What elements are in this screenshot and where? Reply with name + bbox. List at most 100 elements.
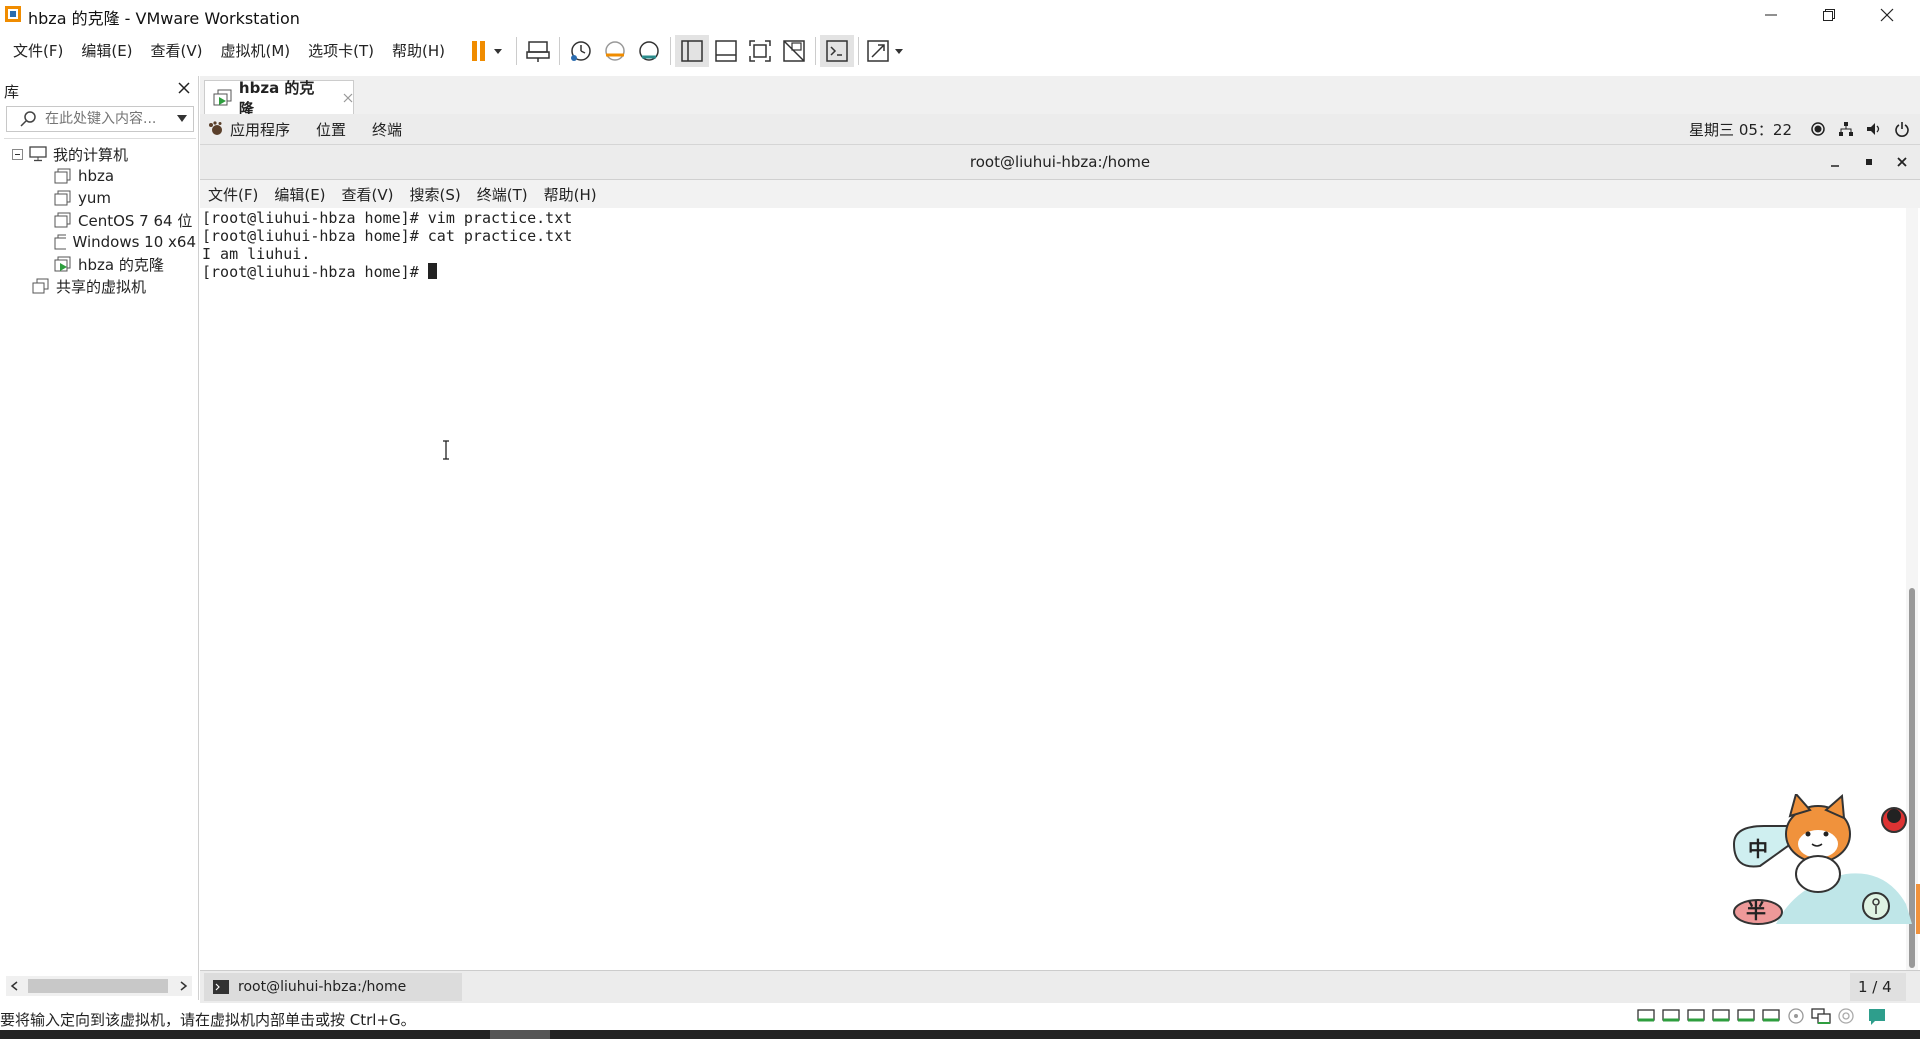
snapshot-button[interactable] <box>564 35 598 67</box>
snapshot-manager-icon <box>639 41 659 61</box>
scroll-left-icon[interactable] <box>10 981 18 991</box>
show-library-button[interactable] <box>675 35 710 67</box>
ime-mode-glyph-ban: 半 <box>1746 899 1766 923</box>
terminal-menu-view[interactable]: 查看(V) <box>334 184 402 205</box>
hard-disk-icon[interactable] <box>1711 1007 1731 1025</box>
snapshot-icon <box>571 41 591 61</box>
menu-help[interactable]: 帮助(H) <box>383 36 454 66</box>
console-icon <box>826 40 848 62</box>
terminal-line: [root@liuhui-hbza home]# cat practice.tx… <box>202 227 573 245</box>
tree-item-shared[interactable]: 共享的虚拟机 <box>32 275 146 297</box>
ibeam-cursor-icon <box>443 440 449 460</box>
vm-running-icon <box>54 256 71 272</box>
network-adapter-icon[interactable] <box>1811 1007 1831 1025</box>
pause-icon <box>472 41 503 61</box>
library-header: 库 <box>0 76 198 104</box>
terminal-menu-help[interactable]: 帮助(H) <box>536 184 605 205</box>
minimize-icon <box>1765 14 1777 16</box>
message-log-icon[interactable] <box>1867 1007 1887 1025</box>
volume-icon[interactable] <box>1866 121 1882 137</box>
status-bar: 要将输入定向到该虚拟机，请在虚拟机内部单击或按 Ctrl+G。 <box>0 1004 1920 1030</box>
scroll-right-icon[interactable] <box>180 981 188 991</box>
hard-disk-icon[interactable] <box>1661 1007 1681 1025</box>
sound-card-icon[interactable] <box>1836 1007 1856 1025</box>
gnome-foot-icon <box>209 121 222 135</box>
taskbar-window-item[interactable]: root@liuhui-hbza:/home <box>204 973 462 1001</box>
thumbnail-bar-button[interactable] <box>709 35 743 67</box>
scrollbar-thumb[interactable] <box>28 979 168 993</box>
unity-button[interactable] <box>777 35 811 67</box>
hard-disk-icon[interactable] <box>1636 1007 1656 1025</box>
library-title: 库 <box>4 83 20 101</box>
menu-view[interactable]: 查看(V) <box>142 36 212 66</box>
library-close-button[interactable] <box>174 79 194 99</box>
hard-disk-icon[interactable] <box>1736 1007 1756 1025</box>
tree-label: 我的计算机 <box>53 145 129 164</box>
record-icon[interactable] <box>1810 121 1826 137</box>
gnome-clock[interactable]: 星期三 05：22 <box>1689 119 1792 140</box>
window-title: hbza 的克隆 - VMware Workstation <box>28 9 300 28</box>
guest-taskbar: root@liuhui-hbza:/home 1 / 4 <box>200 970 1920 1003</box>
title-bar: hbza 的克隆 - VMware Workstation <box>0 0 1920 30</box>
power-icon[interactable] <box>1894 121 1910 137</box>
gnome-menu-places[interactable]: 位置 <box>316 119 346 140</box>
menu-vm[interactable]: 虚拟机(M) <box>212 36 300 66</box>
menu-file[interactable]: 文件(F) <box>4 36 72 66</box>
close-button[interactable] <box>1858 0 1916 30</box>
full-screen-button[interactable] <box>743 35 777 67</box>
terminal-menu-file[interactable]: 文件(F) <box>200 184 266 205</box>
tree-item-vm[interactable]: CentOS 7 64 位 <box>54 209 192 231</box>
taskbar-item-label: root@liuhui-hbza:/home <box>238 979 407 995</box>
workspace-pager-label: 1 / 4 <box>1858 978 1892 996</box>
snapshot-manager-button[interactable] <box>632 35 666 67</box>
console-view-button[interactable] <box>820 35 855 67</box>
terminal-menu-terminal[interactable]: 终端(T) <box>469 184 536 205</box>
vm-tab-strip: hbza 的克隆 <box>200 76 1920 118</box>
terminal-prompt: [root@liuhui-hbza home]# <box>202 263 428 281</box>
terminal-menu-search[interactable]: 搜索(S) <box>402 184 469 205</box>
text-cursor <box>427 263 437 279</box>
tree-item-vm[interactable]: Windows 10 x64 <box>54 231 196 253</box>
ime-mascot-widget[interactable]: 中 半 <box>1726 794 1920 934</box>
workspace-pager[interactable]: 1 / 4 <box>1850 973 1906 1001</box>
tree-item-my-computer[interactable]: 我的计算机 <box>12 143 128 165</box>
terminal-menu-edit[interactable]: 编辑(E) <box>266 184 333 205</box>
library-search[interactable] <box>6 106 194 132</box>
library-horizontal-scrollbar[interactable] <box>6 976 192 996</box>
menu-tabs[interactable]: 选项卡(T) <box>299 36 383 66</box>
vm-icon <box>54 234 67 250</box>
tree-item-vm[interactable]: hbza <box>54 165 114 187</box>
full-screen-icon <box>749 40 771 62</box>
close-icon <box>1880 8 1894 22</box>
restore-button[interactable] <box>1800 0 1858 30</box>
terminal-icon <box>213 980 229 994</box>
maximize-icon[interactable] <box>1864 157 1874 167</box>
vm-tab[interactable]: hbza 的克隆 <box>204 79 354 118</box>
menu-edit[interactable]: 编辑(E) <box>72 36 141 66</box>
tree-item-vm-running[interactable]: hbza 的克隆 <box>54 253 164 275</box>
hard-disk-icon[interactable] <box>1686 1007 1706 1025</box>
terminal-content[interactable]: [root@liuhui-hbza home]# vim practice.tx… <box>200 208 1906 970</box>
chevron-down-icon[interactable] <box>177 115 187 123</box>
hard-disk-icon[interactable] <box>1761 1007 1781 1025</box>
search-input[interactable] <box>43 109 171 129</box>
gnome-menu-applications[interactable]: 应用程序 <box>230 119 290 140</box>
gnome-top-bar: 应用程序 位置 终端 星期三 05：22 <box>200 114 1920 145</box>
tree-item-vm[interactable]: yum <box>54 187 111 209</box>
minimize-button[interactable] <box>1742 0 1800 30</box>
collapse-icon[interactable] <box>12 148 23 160</box>
terminal-line: I am liuhui. <box>202 245 311 263</box>
revert-snapshot-icon <box>605 41 625 61</box>
send-ctrl-alt-del-button[interactable] <box>521 35 555 67</box>
library-view-icon <box>681 40 703 62</box>
network-icon[interactable] <box>1838 121 1854 137</box>
gnome-menu-terminal[interactable]: 终端 <box>372 119 402 140</box>
cd-rom-icon[interactable] <box>1786 1007 1806 1025</box>
minimize-icon[interactable] <box>1830 158 1840 168</box>
suspend-button[interactable] <box>464 35 512 67</box>
close-icon[interactable] <box>343 93 353 103</box>
vm-running-icon <box>213 89 232 106</box>
stretch-guest-button[interactable] <box>863 35 911 67</box>
revert-snapshot-button[interactable] <box>598 35 632 67</box>
close-icon[interactable] <box>1897 157 1907 167</box>
